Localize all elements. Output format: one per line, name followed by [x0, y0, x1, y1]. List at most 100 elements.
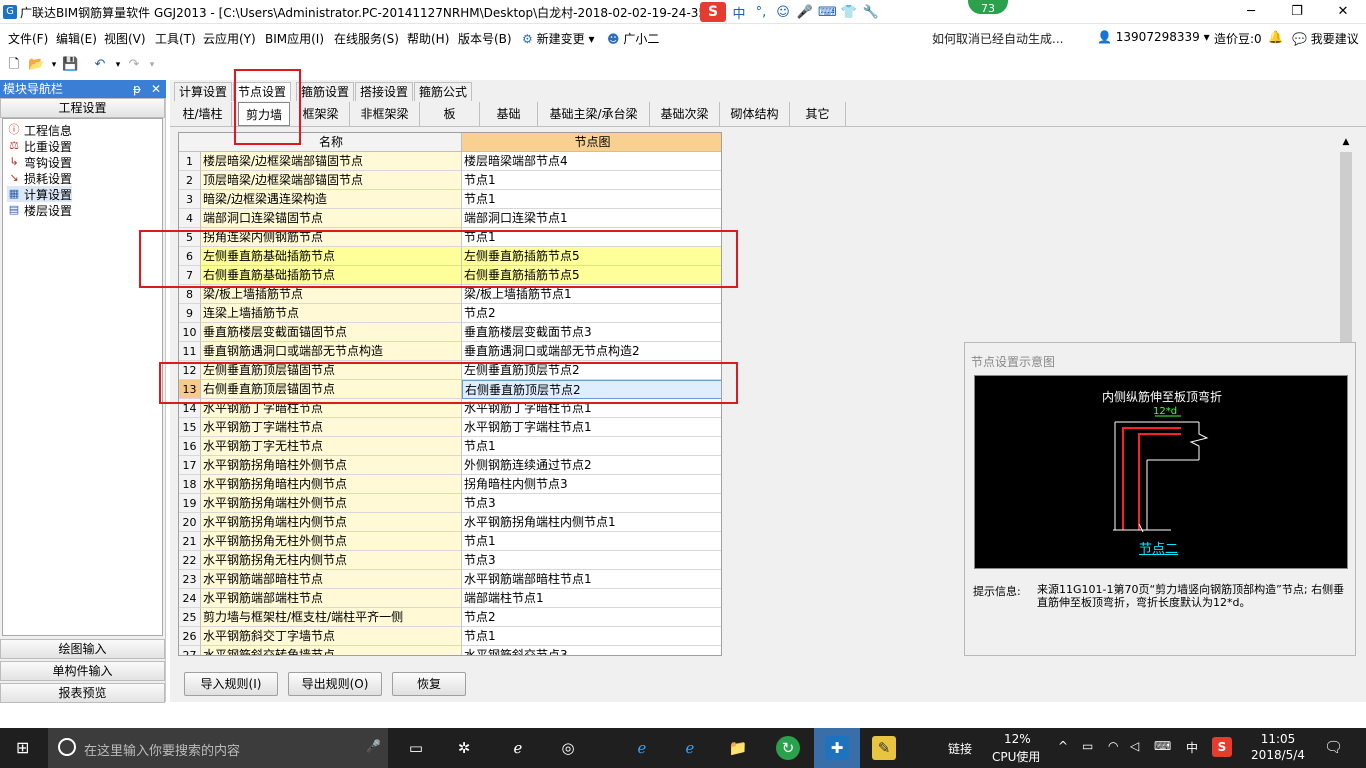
subtab-nonframe-beam[interactable]: 非框架梁: [350, 102, 420, 126]
menu-view[interactable]: 视图(V): [104, 30, 146, 47]
bell-icon[interactable]: 🔔: [1268, 30, 1283, 44]
cell-node[interactable]: 外侧钢筋连续通过节点2: [462, 456, 721, 475]
menu-help[interactable]: 帮助(H): [407, 30, 449, 47]
tray-chevron-icon[interactable]: ^: [1058, 739, 1068, 753]
cell-name[interactable]: 暗梁/边框梁遇连梁构造: [201, 190, 462, 209]
nav-report-preview[interactable]: 报表预览: [0, 683, 165, 703]
tab-stirrup-settings[interactable]: 箍筋设置: [296, 82, 355, 101]
row-number[interactable]: 3: [179, 190, 201, 209]
mic-icon[interactable]: 🎤: [366, 739, 381, 753]
close-icon[interactable]: ✕: [151, 80, 161, 98]
cell-node[interactable]: 楼层暗梁端部节点4: [462, 152, 721, 171]
wifi-icon[interactable]: ◠: [1108, 739, 1118, 753]
table-row[interactable]: 24 水平钢筋端部端柱节点 端部端柱节点1: [179, 589, 721, 608]
table-row[interactable]: 16 水平钢筋丁字无柱节点 节点1: [179, 437, 721, 456]
tab-calc-settings[interactable]: 计算设置: [174, 82, 233, 101]
cell-name[interactable]: 水平钢筋拐角无柱内侧节点: [201, 551, 462, 570]
cell-node[interactable]: 节点2: [462, 304, 721, 323]
glodon-taskbar-button[interactable]: ✚: [814, 728, 860, 768]
restore-button[interactable]: 恢复: [392, 672, 466, 696]
menu-file[interactable]: 文件(F): [8, 30, 48, 47]
table-row[interactable]: 4 端部洞口连梁锚固节点 端部洞口连梁节点1: [179, 209, 721, 228]
export-rules-button[interactable]: 导出规则(O): [288, 672, 382, 696]
ime-toolbar[interactable]: S 中 °, ☺ 🎤 ⌨ 👕 🔧: [700, 1, 900, 23]
green-app-icon[interactable]: ↻: [776, 736, 800, 760]
ime-lang[interactable]: 中: [730, 3, 748, 22]
restore-button[interactable]: ❐: [1274, 0, 1320, 24]
tab-stirrup-formula[interactable]: 箍筋公式: [414, 82, 473, 101]
cell-node[interactable]: 端部洞口连梁节点1: [462, 209, 721, 228]
cell-node[interactable]: 节点3: [462, 551, 721, 570]
table-row[interactable]: 27 水平钢筋斜交转角墙节点 水平钢筋斜交节点3: [179, 646, 721, 655]
column-header-node[interactable]: 节点图: [462, 133, 721, 152]
row-number[interactable]: 18: [179, 475, 201, 494]
subtab-foundation-main-beam[interactable]: 基础主梁/承台梁: [538, 102, 650, 126]
cell-node[interactable]: 垂直筋楼层变截面节点3: [462, 323, 721, 342]
minimize-button[interactable]: ─: [1228, 0, 1274, 24]
nav-item-hook[interactable]: ↳ 弯钩设置: [7, 154, 72, 170]
cell-node[interactable]: 水平钢筋丁字端柱节点1: [462, 418, 721, 437]
menu-guangxiaoer[interactable]: ☻ 广小二: [607, 30, 659, 47]
table-row[interactable]: 11 垂直钢筋遇洞口或端部无节点构造 垂直筋遇洞口或端部无节点构造2: [179, 342, 721, 361]
pin-icon[interactable]: ᵽ: [133, 80, 141, 98]
cell-name[interactable]: 水平钢筋拐角暗柱外侧节点: [201, 456, 462, 475]
clock-date[interactable]: 2018/5/4: [1248, 748, 1308, 762]
cell-name[interactable]: 连梁上墙插筋节点: [201, 304, 462, 323]
spiral-app-icon[interactable]: ◎: [556, 736, 580, 760]
menu-cloud[interactable]: 云应用(Y): [203, 30, 256, 47]
menu-bim[interactable]: BIM应用(I): [265, 30, 324, 47]
cell-name[interactable]: 端部洞口连梁锚固节点: [201, 209, 462, 228]
table-row[interactable]: 26 水平钢筋斜交丁字墙节点 节点1: [179, 627, 721, 646]
table-row[interactable]: 15 水平钢筋丁字端柱节点 水平钢筋丁字端柱节点1: [179, 418, 721, 437]
cell-node[interactable]: 节点1: [462, 171, 721, 190]
notification-badge[interactable]: 73: [966, 0, 1010, 16]
cell-name[interactable]: 垂直钢筋遇洞口或端部无节点构造: [201, 342, 462, 361]
table-row[interactable]: 18 水平钢筋拐角暗柱内侧节点 拐角暗柱内侧节点3: [179, 475, 721, 494]
cell-node[interactable]: 节点1: [462, 190, 721, 209]
row-number[interactable]: 19: [179, 494, 201, 513]
subtab-masonry[interactable]: 砌体结构: [720, 102, 790, 126]
chevron-down-icon[interactable]: ▾: [46, 57, 62, 73]
table-row[interactable]: 23 水平钢筋端部暗柱节点 水平钢筋端部暗柱节点1: [179, 570, 721, 589]
sogou-logo-icon[interactable]: S: [700, 2, 726, 22]
cell-name[interactable]: 水平钢筋拐角无柱外侧节点: [201, 532, 462, 551]
ime-skin-icon[interactable]: 👕: [840, 5, 858, 20]
menu-online[interactable]: 在线服务(S): [334, 30, 399, 47]
cell-name[interactable]: 水平钢筋拐角端柱外侧节点: [201, 494, 462, 513]
table-row[interactable]: 2 顶层暗梁/边框梁端部锚固节点 节点1: [179, 171, 721, 190]
volume-icon[interactable]: ◁: [1130, 739, 1139, 753]
redo-icon[interactable]: ↷: [126, 57, 142, 73]
row-number[interactable]: 21: [179, 532, 201, 551]
row-number[interactable]: 26: [179, 627, 201, 646]
cell-name[interactable]: 水平钢筋端部端柱节点: [201, 589, 462, 608]
suggest-link[interactable]: 💬 我要建议: [1292, 30, 1359, 47]
cell-name[interactable]: 垂直筋楼层变截面锚固节点: [201, 323, 462, 342]
task-view-icon[interactable]: ▭: [404, 736, 428, 760]
undo-icon[interactable]: ↶: [92, 57, 108, 73]
cell-name[interactable]: 水平钢筋斜交转角墙节点: [201, 646, 462, 655]
row-number[interactable]: 17: [179, 456, 201, 475]
table-row[interactable]: 25 剪力墙与框架柱/框支柱/端柱平齐一侧 节点2: [179, 608, 721, 627]
table-row[interactable]: 9 连梁上墙插筋节点 节点2: [179, 304, 721, 323]
subtab-foundation[interactable]: 基础: [480, 102, 538, 126]
notes-app-icon[interactable]: ✎: [872, 736, 896, 760]
nav-item-project-info[interactable]: ⓘ 工程信息: [7, 122, 73, 138]
table-row[interactable]: 21 水平钢筋拐角无柱外侧节点 节点1: [179, 532, 721, 551]
edge-icon[interactable]: ℯ: [630, 736, 654, 760]
cell-node[interactable]: 节点1: [462, 437, 721, 456]
row-number[interactable]: 10: [179, 323, 201, 342]
ime-mic-icon[interactable]: 🎤: [796, 5, 814, 20]
keyboard-icon[interactable]: ⌨: [1154, 739, 1171, 753]
tab-lap-settings[interactable]: 搭接设置: [355, 82, 414, 101]
nav-item-loss[interactable]: ↘ 损耗设置: [7, 170, 72, 186]
close-button[interactable]: ✕: [1320, 0, 1366, 24]
cell-name[interactable]: 水平钢筋丁字无柱节点: [201, 437, 462, 456]
save-icon[interactable]: 💾: [62, 57, 78, 73]
menu-tools[interactable]: 工具(T): [155, 30, 196, 47]
subtab-foundation-secondary-beam[interactable]: 基础次梁: [650, 102, 720, 126]
table-row[interactable]: 17 水平钢筋拐角暗柱外侧节点 外侧钢筋连续通过节点2: [179, 456, 721, 475]
row-number[interactable]: 11: [179, 342, 201, 361]
fan-app-icon[interactable]: ✲: [452, 736, 476, 760]
cell-node[interactable]: 拐角暗柱内侧节点3: [462, 475, 721, 494]
subtab-column[interactable]: 柱/墙柱: [174, 102, 232, 126]
